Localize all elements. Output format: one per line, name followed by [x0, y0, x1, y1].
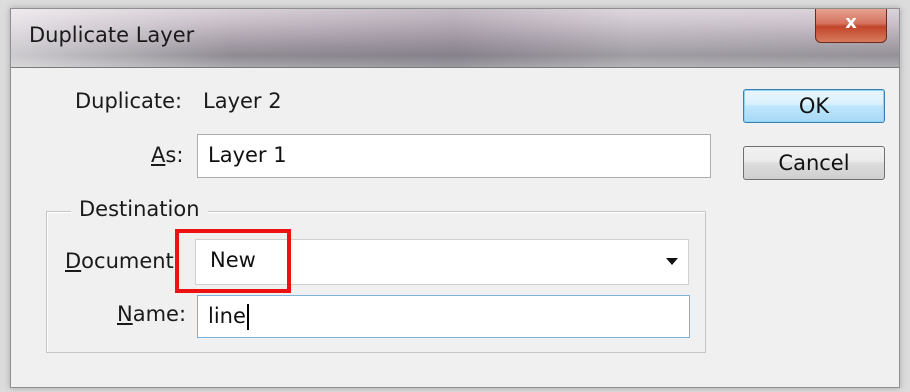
- as-label: As:: [151, 143, 183, 167]
- annotation-highlight-box: [175, 229, 291, 293]
- as-label-rest: s:: [165, 143, 184, 167]
- text-cursor: [246, 304, 249, 330]
- ok-button-label: OK: [798, 94, 830, 118]
- cancel-button-label: Cancel: [778, 151, 850, 175]
- ok-button[interactable]: OK: [743, 89, 885, 123]
- document-label-rest: ocument:: [81, 249, 181, 273]
- document-label: Document:: [65, 249, 181, 273]
- duplicate-layer-dialog: Duplicate Layer x Duplicate: Layer 2 As:…: [10, 8, 900, 388]
- name-label-rest: ame:: [132, 302, 187, 326]
- document-label-accelerator: D: [65, 249, 82, 273]
- dialog-title: Duplicate Layer: [29, 23, 195, 47]
- name-label-accelerator: N: [117, 302, 133, 326]
- duplicate-value: Layer 2: [203, 89, 282, 113]
- chevron-down-icon: [666, 258, 678, 265]
- duplicate-label: Duplicate:: [75, 89, 183, 113]
- close-icon: x: [845, 12, 857, 33]
- title-bar: Duplicate Layer x: [11, 9, 899, 68]
- as-input[interactable]: Layer 1: [197, 134, 711, 178]
- cancel-button[interactable]: Cancel: [743, 146, 885, 180]
- name-input-value: line: [208, 304, 246, 328]
- as-input-value: Layer 1: [208, 143, 287, 167]
- close-button[interactable]: x: [815, 9, 887, 43]
- destination-legend: Destination: [71, 197, 208, 221]
- as-label-accelerator: A: [151, 143, 166, 167]
- name-label: Name:: [117, 302, 186, 326]
- name-input[interactable]: line: [197, 295, 690, 338]
